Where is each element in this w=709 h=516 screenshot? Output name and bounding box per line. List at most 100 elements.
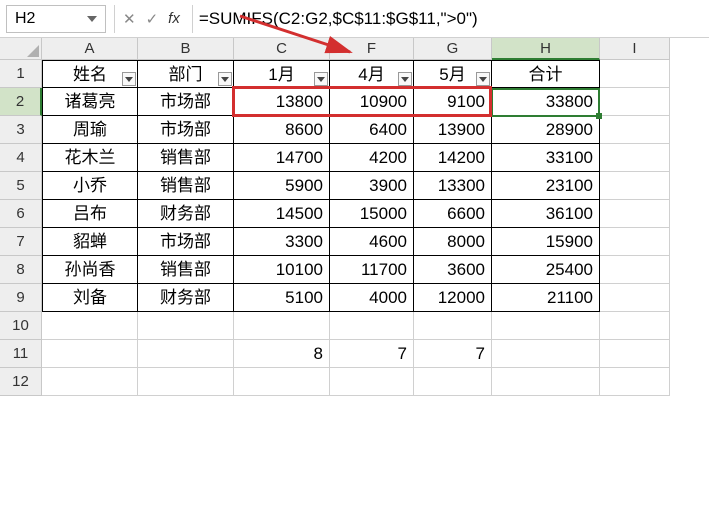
cell-H6[interactable]: 36100 [492,200,600,228]
cell-A12[interactable] [42,368,138,396]
cell-B9[interactable]: 财务部 [138,284,234,312]
row-header-4[interactable]: 4 [0,144,42,172]
filter-button-C[interactable] [314,72,328,86]
row-header-5[interactable]: 5 [0,172,42,200]
cell-C9[interactable]: 5100 [234,284,330,312]
cell-B2[interactable]: 市场部 [138,88,234,116]
cell-B10[interactable] [138,312,234,340]
cell-G5[interactable]: 13300 [414,172,492,200]
row-header-9[interactable]: 9 [0,284,42,312]
cell-A2[interactable]: 诸葛亮 [42,88,138,116]
filter-button-F[interactable] [398,72,412,86]
cell-H9[interactable]: 21100 [492,284,600,312]
cell-B5[interactable]: 销售部 [138,172,234,200]
cell-F3[interactable]: 6400 [330,116,414,144]
cell-F7[interactable]: 4600 [330,228,414,256]
filter-button-B[interactable] [218,72,232,86]
cell-F1[interactable]: 4月 [330,60,414,88]
cell-F11[interactable]: 7 [330,340,414,368]
cell-G11[interactable]: 7 [414,340,492,368]
cell-C11[interactable]: 8 [234,340,330,368]
cell-C8[interactable]: 10100 [234,256,330,284]
cell-B6[interactable]: 财务部 [138,200,234,228]
cell-I9[interactable] [600,284,670,312]
cell-B1[interactable]: 部门 [138,60,234,88]
cell-C4[interactable]: 14700 [234,144,330,172]
row-header-2[interactable]: 2 [0,88,42,116]
row-header-12[interactable]: 12 [0,368,42,396]
cell-I8[interactable] [600,256,670,284]
cell-B7[interactable]: 市场部 [138,228,234,256]
row-header-10[interactable]: 10 [0,312,42,340]
cell-C2[interactable]: 13800 [234,88,330,116]
column-header-A[interactable]: A [42,38,138,60]
column-header-B[interactable]: B [138,38,234,60]
cell-A9[interactable]: 刘备 [42,284,138,312]
cell-A1[interactable]: 姓名 [42,60,138,88]
cell-I4[interactable] [600,144,670,172]
cell-H4[interactable]: 33100 [492,144,600,172]
cell-G8[interactable]: 3600 [414,256,492,284]
cell-A4[interactable]: 花木兰 [42,144,138,172]
cell-A8[interactable]: 孙尚香 [42,256,138,284]
column-header-G[interactable]: G [414,38,492,60]
cell-C3[interactable]: 8600 [234,116,330,144]
cell-G9[interactable]: 12000 [414,284,492,312]
cell-I1[interactable] [600,60,670,88]
column-header-C[interactable]: C [234,38,330,60]
cell-G12[interactable] [414,368,492,396]
cell-C1[interactable]: 1月 [234,60,330,88]
cell-G2[interactable]: 9100 [414,88,492,116]
cell-C6[interactable]: 14500 [234,200,330,228]
cell-F10[interactable] [330,312,414,340]
cell-I12[interactable] [600,368,670,396]
cell-A5[interactable]: 小乔 [42,172,138,200]
formula-bar[interactable]: =SUMIFS(C2:G2,$C$11:$G$11,">0") [192,5,703,33]
column-header-F[interactable]: F [330,38,414,60]
cancel-icon[interactable]: ✕ [123,10,136,28]
row-header-8[interactable]: 8 [0,256,42,284]
cell-I2[interactable] [600,88,670,116]
row-header-11[interactable]: 11 [0,340,42,368]
row-header-1[interactable]: 1 [0,60,42,88]
fx-icon[interactable]: fx [168,10,180,27]
cell-B3[interactable]: 市场部 [138,116,234,144]
cell-H10[interactable] [492,312,600,340]
confirm-icon[interactable]: ✓ [146,10,159,28]
cell-F4[interactable]: 4200 [330,144,414,172]
cell-F12[interactable] [330,368,414,396]
cell-G10[interactable] [414,312,492,340]
cell-B8[interactable]: 销售部 [138,256,234,284]
name-box[interactable]: H2 [6,5,106,33]
filter-button-G[interactable] [476,72,490,86]
column-header-H[interactable]: H [492,38,600,60]
cell-F2[interactable]: 10900 [330,88,414,116]
row-header-3[interactable]: 3 [0,116,42,144]
cell-H12[interactable] [492,368,600,396]
cell-C7[interactable]: 3300 [234,228,330,256]
cell-I6[interactable] [600,200,670,228]
cell-A11[interactable] [42,340,138,368]
cell-F9[interactable]: 4000 [330,284,414,312]
column-header-I[interactable]: I [600,38,670,60]
cell-G4[interactable]: 14200 [414,144,492,172]
cell-G3[interactable]: 13900 [414,116,492,144]
cell-F6[interactable]: 15000 [330,200,414,228]
cell-I3[interactable] [600,116,670,144]
spreadsheet-grid[interactable]: ABCFGHI 1姓名部门1月4月5月合计2诸葛亮市场部138001090091… [0,38,709,396]
cell-H5[interactable]: 23100 [492,172,600,200]
cell-G6[interactable]: 6600 [414,200,492,228]
cell-C5[interactable]: 5900 [234,172,330,200]
cell-A6[interactable]: 吕布 [42,200,138,228]
cell-C10[interactable] [234,312,330,340]
cell-H1[interactable]: 合计 [492,60,600,88]
cell-H7[interactable]: 15900 [492,228,600,256]
row-header-6[interactable]: 6 [0,200,42,228]
cell-G7[interactable]: 8000 [414,228,492,256]
cell-I11[interactable] [600,340,670,368]
cell-F5[interactable]: 3900 [330,172,414,200]
cell-H3[interactable]: 28900 [492,116,600,144]
cell-H2[interactable]: 33800 [492,88,600,116]
cell-G1[interactable]: 5月 [414,60,492,88]
cell-C12[interactable] [234,368,330,396]
